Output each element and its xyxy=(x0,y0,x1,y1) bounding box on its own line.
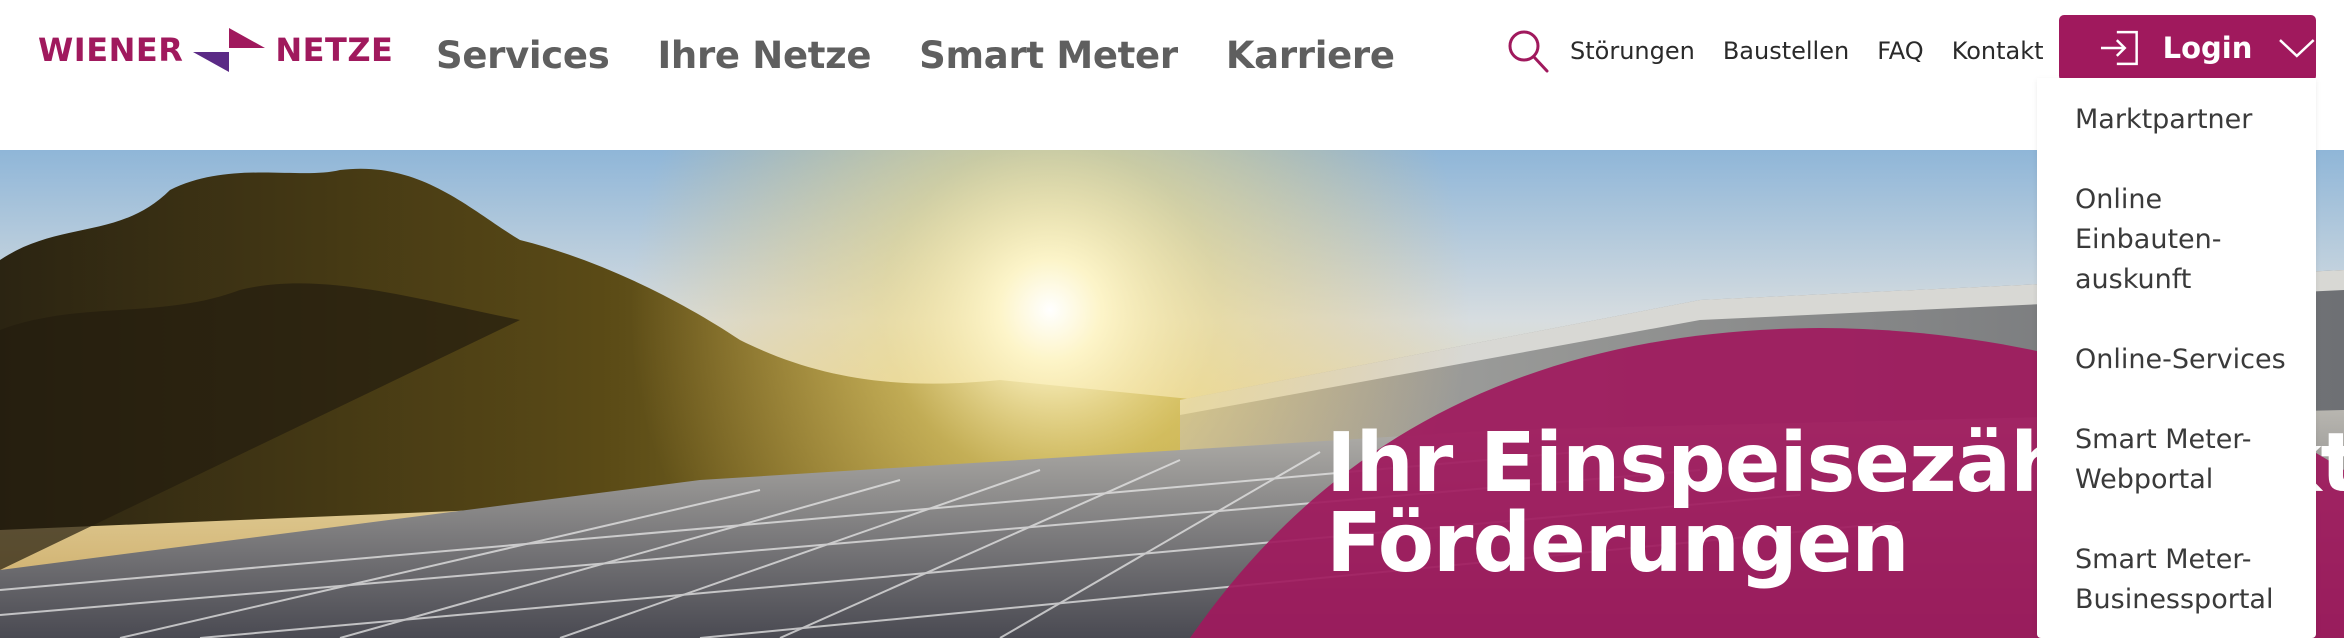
login-label: Login xyxy=(2162,31,2253,65)
chevron-down-icon xyxy=(2279,39,2315,58)
menu-item-marktpartner[interactable]: Marktpartner xyxy=(2075,100,2305,140)
menu-item-online-services[interactable]: Online-Services xyxy=(2075,340,2305,380)
util-link-baustellen[interactable]: Baustellen xyxy=(1723,37,1849,65)
nav-smart-meter[interactable]: Smart Meter xyxy=(919,34,1178,77)
site-header: WIENER NETZE Services Ihre Netze Smart M… xyxy=(0,0,2344,150)
util-link-kontakt[interactable]: Kontakt xyxy=(1952,37,2044,65)
brand-logo[interactable]: WIENER NETZE xyxy=(38,22,393,78)
nav-karriere[interactable]: Karriere xyxy=(1226,34,1395,77)
login-arrow-icon xyxy=(2100,30,2138,66)
wiener-netze-arrows-logo-icon xyxy=(193,28,266,72)
hero-banner: Ihr Einspeisezählpunkt Förderungen xyxy=(0,150,2344,638)
utility-navigation: Störungen Baustellen FAQ Kontakt xyxy=(1506,28,2072,74)
nav-services[interactable]: Services xyxy=(436,34,610,77)
login-dropdown-menu: Marktpartner Online Einbauten-auskunft O… xyxy=(2037,78,2316,638)
nav-ihre-netze[interactable]: Ihre Netze xyxy=(657,34,871,77)
menu-item-smart-meter-businessportal[interactable]: Smart Meter-Businessportal xyxy=(2075,540,2315,620)
menu-item-online-einbautenauskunft[interactable]: Online Einbauten-auskunft xyxy=(2075,180,2245,300)
brand-right-word: NETZE xyxy=(275,31,394,69)
menu-item-smart-meter-webportal[interactable]: Smart Meter-Webportal xyxy=(2075,420,2275,500)
login-button[interactable]: Login xyxy=(2059,15,2316,81)
main-navigation: Services Ihre Netze Smart Meter Karriere xyxy=(436,34,1395,77)
util-link-stoerungen[interactable]: Störungen xyxy=(1570,37,1695,65)
brand-left-word: WIENER xyxy=(38,31,184,69)
search-icon[interactable] xyxy=(1506,28,1550,74)
util-link-faq[interactable]: FAQ xyxy=(1877,37,1924,65)
